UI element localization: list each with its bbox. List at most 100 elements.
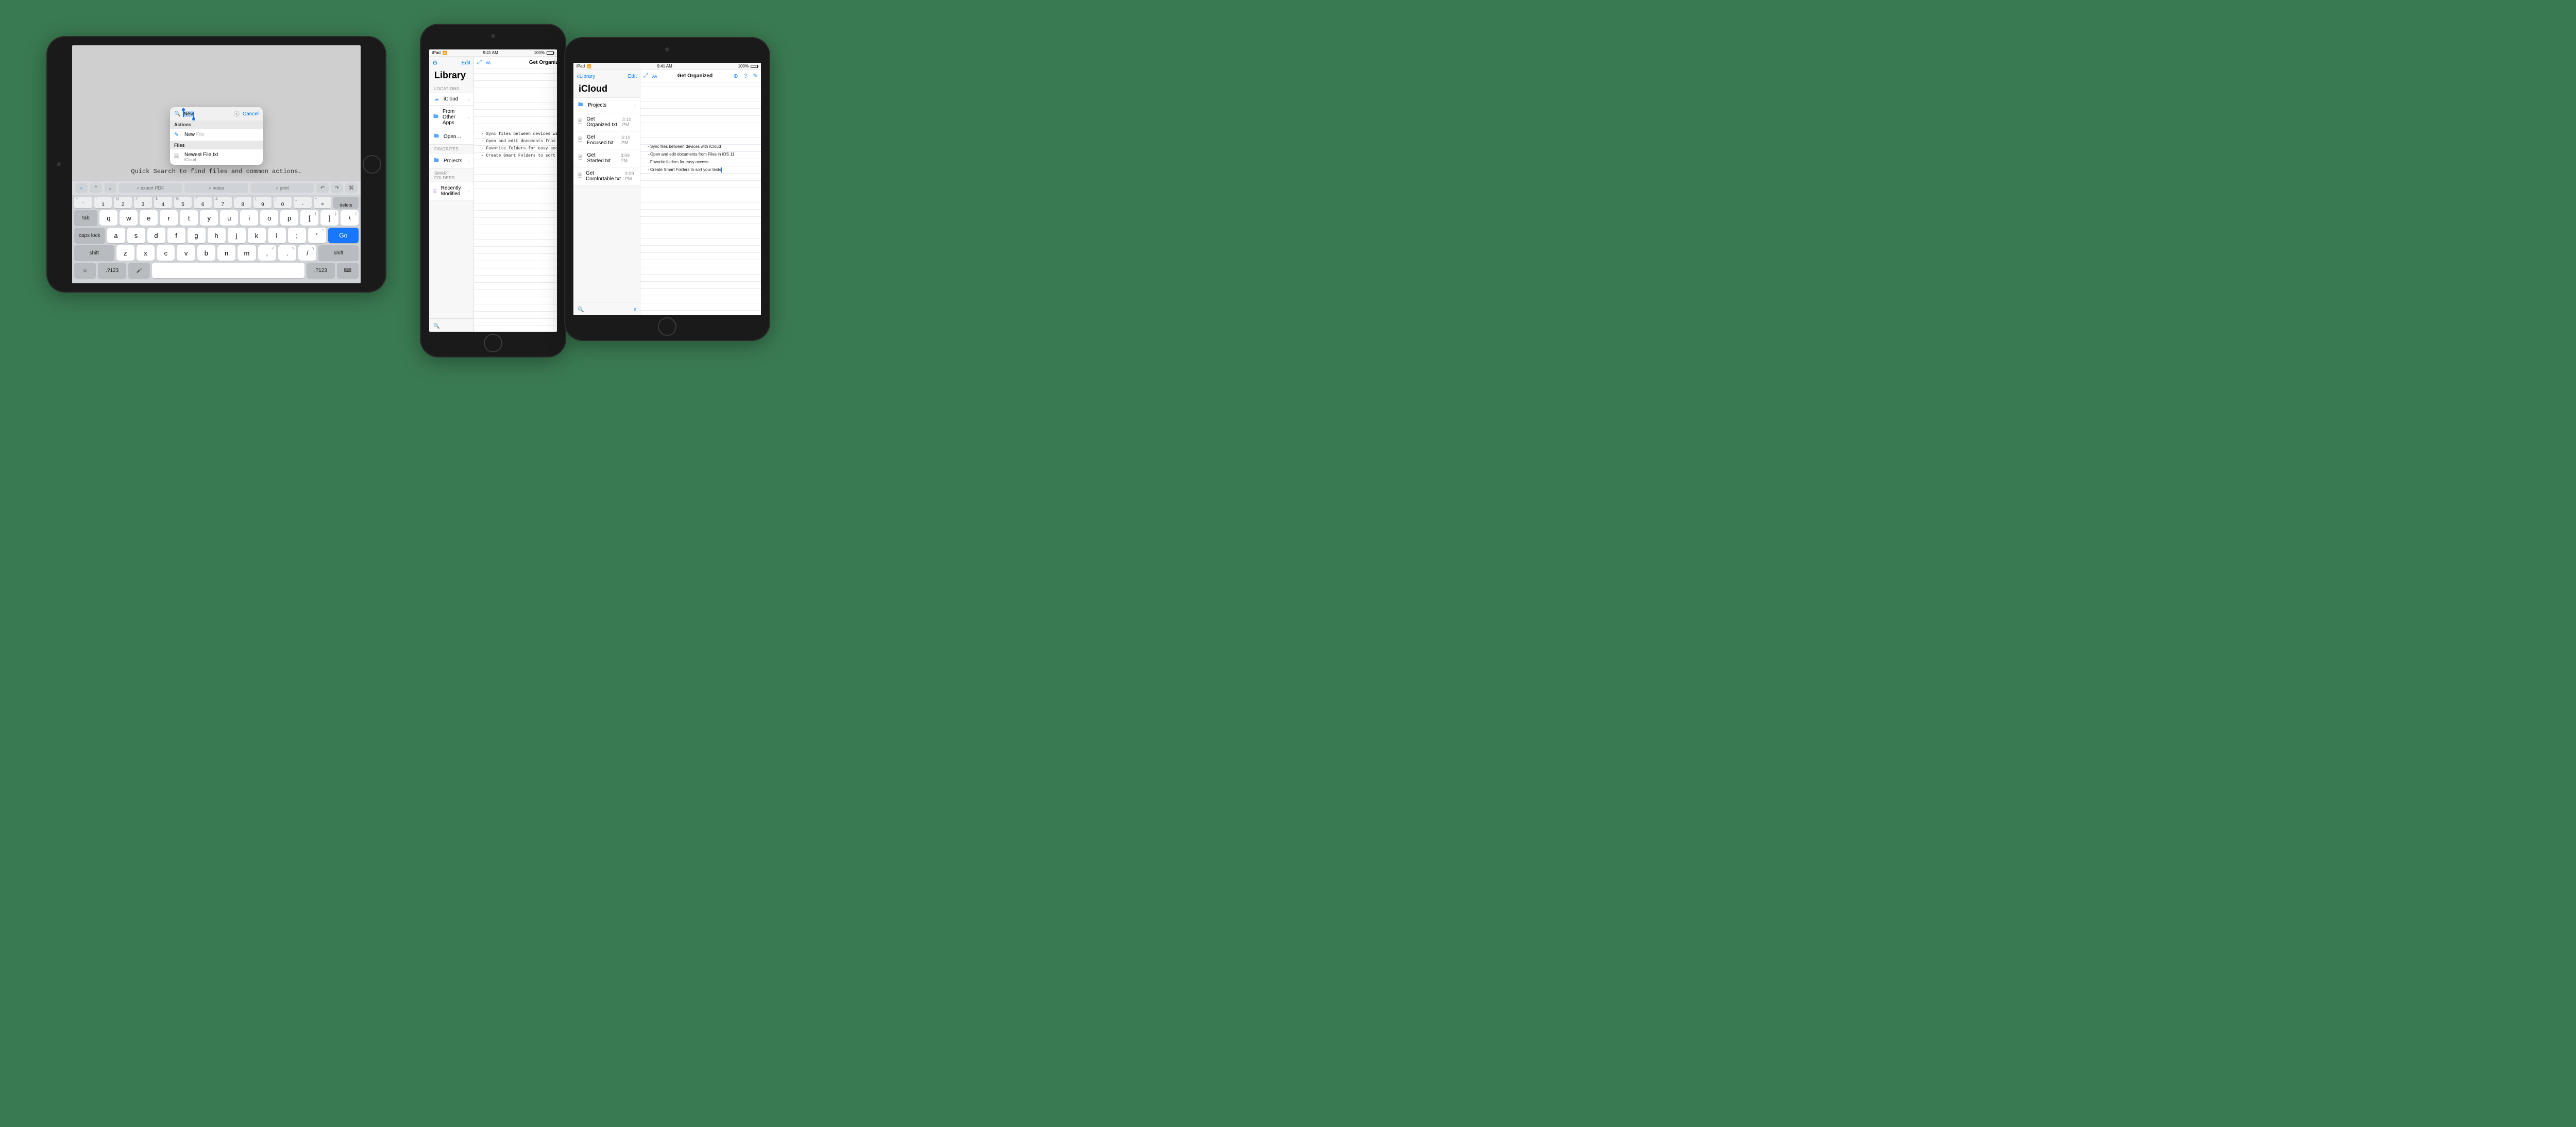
key-`[interactable]: ~` <box>74 197 92 208</box>
shortcut-pill[interactable]: ⌕ notes <box>184 183 248 193</box>
search-icon[interactable] <box>578 305 584 313</box>
sort-icon[interactable] <box>633 306 636 312</box>
favorite-projects[interactable]: Projects <box>429 153 473 169</box>
compose-icon[interactable] <box>753 73 758 79</box>
edit-button[interactable]: Edit <box>628 74 637 79</box>
key-n[interactable]: n <box>217 245 235 261</box>
note-paper[interactable]: - Sync files between devices with iCloud… <box>474 69 557 332</box>
key-z[interactable]: z <box>116 245 134 261</box>
cancel-button[interactable]: Cancel <box>243 111 259 117</box>
key-=[interactable]: += <box>314 197 332 208</box>
shortcut-pill[interactable]: ⌕ print <box>250 183 314 193</box>
chevron-down-icon[interactable]: ⌄ <box>104 183 116 193</box>
edit-button[interactable]: Edit <box>462 60 470 66</box>
file-row[interactable]: Get Comfortable.txt3:09 PM <box>573 167 640 185</box>
shortcut-pill[interactable]: ⌕ export PDF <box>118 183 182 193</box>
key-4[interactable]: $4 <box>154 197 172 208</box>
key-w[interactable]: w <box>120 210 138 226</box>
expand-icon[interactable] <box>643 73 648 79</box>
key-v[interactable]: v <box>177 245 195 261</box>
key-bracket[interactable]: }] <box>320 210 338 226</box>
smart-recent[interactable]: Recently Modified <box>429 182 473 200</box>
search-icon[interactable] <box>433 322 439 329</box>
key-8[interactable]: *8 <box>234 197 252 208</box>
key-9[interactable]: (9 <box>253 197 272 208</box>
share-icon[interactable] <box>743 73 748 79</box>
back-button[interactable]: Library <box>577 74 595 79</box>
command-icon[interactable] <box>345 183 358 193</box>
key-p[interactable]: p <box>280 210 298 226</box>
folder-projects[interactable]: Projects <box>573 97 640 113</box>
home-button[interactable] <box>658 317 676 336</box>
file-row[interactable]: Get Focused.txt3:10 PM <box>573 131 640 149</box>
key-bracket[interactable]: |\ <box>341 210 359 226</box>
key-q[interactable]: q <box>99 210 117 226</box>
key-m[interactable]: m <box>238 245 256 261</box>
key-capslock[interactable]: caps lock <box>74 228 105 243</box>
key-u[interactable]: u <box>220 210 238 226</box>
key-k[interactable]: k <box>248 228 266 243</box>
key-1[interactable]: !1 <box>94 197 112 208</box>
add-icon[interactable] <box>733 73 738 79</box>
action-new-file[interactable]: New File <box>170 129 263 141</box>
key-x[interactable]: x <box>137 245 155 261</box>
redo-icon[interactable] <box>331 183 343 193</box>
file-row[interactable]: Get Organized.txt3:10 PM <box>573 113 640 131</box>
key-i[interactable]: i <box>240 210 258 226</box>
key-3[interactable]: #3 <box>134 197 152 208</box>
key-go[interactable]: Go <box>328 228 359 243</box>
location-other-apps[interactable]: From Other Apps <box>429 105 473 129</box>
key-emoji[interactable] <box>74 263 96 278</box>
key-numsym-left[interactable]: .?123 <box>98 263 126 278</box>
key-j[interactable]: j <box>228 228 246 243</box>
key-0[interactable]: )0 <box>274 197 292 208</box>
key-d[interactable]: d <box>147 228 165 243</box>
key-punct[interactable]: >. <box>278 245 296 261</box>
key-6[interactable]: ^6 <box>194 197 212 208</box>
home-button[interactable] <box>363 155 381 174</box>
key-b[interactable]: b <box>197 245 215 261</box>
key-s[interactable]: s <box>127 228 145 243</box>
key-a[interactable]: a <box>107 228 125 243</box>
key-numsym-right[interactable]: .?123 <box>307 263 335 278</box>
location-icloud[interactable]: iCloud <box>429 93 473 106</box>
key-punct[interactable]: "' <box>308 228 326 243</box>
key-punct[interactable]: :; <box>288 228 306 243</box>
key-f[interactable]: f <box>167 228 185 243</box>
file-result[interactable]: Newest File.txt iCloud <box>170 149 263 165</box>
key-t[interactable]: t <box>180 210 198 226</box>
key-bracket[interactable]: {[ <box>300 210 318 226</box>
key-c[interactable]: c <box>157 245 175 261</box>
gear-icon[interactable]: ⚙ <box>432 59 438 66</box>
text-style-icon[interactable] <box>652 73 657 79</box>
key-space[interactable] <box>152 263 304 278</box>
location-open[interactable]: Open… <box>429 129 473 145</box>
undo-icon[interactable] <box>316 183 329 193</box>
home-button[interactable] <box>484 334 502 352</box>
key-5[interactable]: %5 <box>174 197 192 208</box>
search-shortcut-icon[interactable]: ⌕ <box>75 183 88 193</box>
key-shift-right[interactable]: shift <box>318 245 359 261</box>
key-punct[interactable]: <, <box>258 245 276 261</box>
key-o[interactable]: o <box>260 210 278 226</box>
expand-icon[interactable] <box>477 59 482 66</box>
key-l[interactable]: l <box>268 228 286 243</box>
key-dictate[interactable] <box>128 263 150 278</box>
key-r[interactable]: r <box>160 210 178 226</box>
key-7[interactable]: &7 <box>214 197 232 208</box>
file-row[interactable]: Get Started.txt3:09 PM <box>573 149 640 167</box>
search-query[interactable]: New <box>183 111 194 117</box>
key-g[interactable]: g <box>188 228 206 243</box>
key-punct[interactable]: ?/ <box>298 245 316 261</box>
key-tab[interactable]: tab <box>74 210 97 226</box>
text-style-icon[interactable] <box>486 60 490 66</box>
key-dismiss-keyboard[interactable] <box>337 263 359 278</box>
key-h[interactable]: h <box>208 228 226 243</box>
selection-handle-left[interactable] <box>183 111 184 117</box>
key-shift-left[interactable]: shift <box>74 245 114 261</box>
chevron-up-icon[interactable]: ⌃ <box>90 183 102 193</box>
note-paper[interactable]: - Sync files between devices with iCloud… <box>640 82 761 315</box>
key-2[interactable]: @2 <box>114 197 132 208</box>
key-delete[interactable]: delete <box>333 197 359 208</box>
key-e[interactable]: e <box>140 210 158 226</box>
